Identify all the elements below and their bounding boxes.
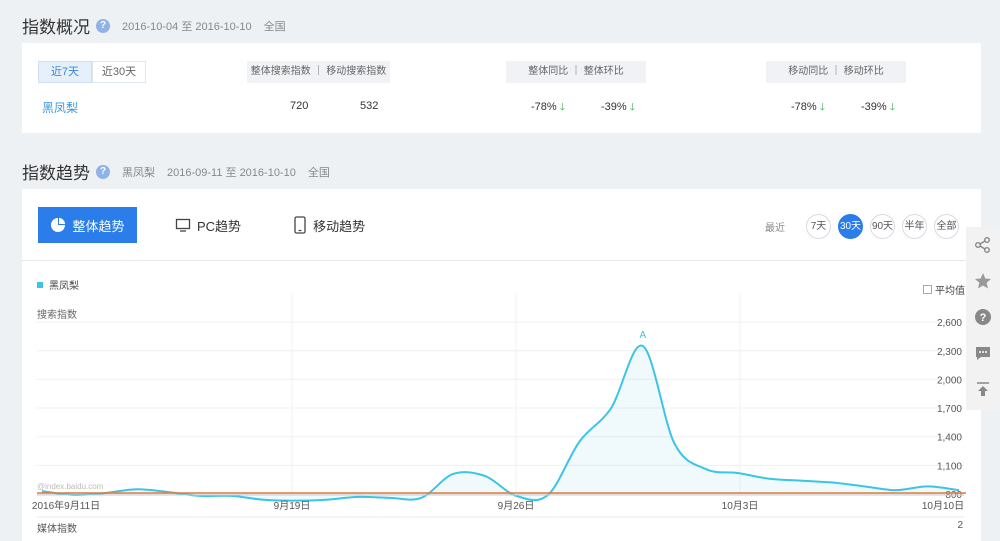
trend-date-range: 2016-09-11 至 2016-10-10 xyxy=(167,166,296,179)
x-ticks: 2016年9月11日 9月19日 9月26日 10月3日 10月10日 xyxy=(32,499,964,512)
overall-yoy: -78% 🡓 xyxy=(531,100,565,117)
search-mobile-value: 532 xyxy=(360,100,379,112)
question-icon: ? xyxy=(975,309,991,325)
y-axis-label: 搜索指数 xyxy=(37,308,77,321)
trend-title: 指数趋势 xyxy=(22,164,90,183)
arrow-down-icon: 🡓 xyxy=(819,102,825,113)
star-icon xyxy=(975,273,991,289)
overall-mom: -39% 🡓 xyxy=(601,100,635,117)
overall-yoy-value: -78% xyxy=(531,101,557,113)
range-tabs: 近7天 近30天 xyxy=(38,61,146,83)
y-tick-label: 2,000 xyxy=(937,375,962,386)
trend-card: 整体趋势 PC趋势 移动趋势 最近 7天 30天 90天 半年 全部 黑凤梨 平… xyxy=(22,189,981,541)
media-index-value: 2 xyxy=(957,520,963,531)
y-tick-label: 2,600 xyxy=(937,318,962,329)
mobile-mom: -39% 🡓 xyxy=(861,100,895,117)
watermark: @index.baidu.com xyxy=(37,482,104,491)
overall-change-header: 整体同比 ｜ 整体环比 xyxy=(506,61,646,83)
arrow-down-icon: 🡓 xyxy=(889,102,895,113)
tab-30-days[interactable]: 近30天 xyxy=(92,61,146,83)
overview-card: 近7天 近30天 黑凤梨 整体搜索指数 ｜ 移动搜索指数 整体同比 ｜ 整体环比… xyxy=(22,43,981,133)
trend-region: 全国 xyxy=(307,166,330,179)
share-button[interactable] xyxy=(966,227,1000,263)
chart-grid xyxy=(37,293,964,495)
x-tick-label: 9月19日 xyxy=(274,500,311,512)
peak-annotation[interactable]: A xyxy=(639,330,646,341)
y-tick-label: 2,300 xyxy=(937,347,962,358)
media-index-label: 媒体指数 xyxy=(37,524,77,535)
overview-header: 指数概况 ? 2016-10-04 至 2016-10-10 全国 xyxy=(22,13,286,38)
svg-text:?: ? xyxy=(980,312,987,324)
favorite-button[interactable] xyxy=(966,263,1000,299)
series-line xyxy=(41,344,960,502)
keyword-link[interactable]: 黑凤梨 xyxy=(42,99,78,116)
search-total-value: 720 xyxy=(290,100,309,112)
x-tick-label: 2016年9月11日 xyxy=(32,499,100,512)
x-tick-label: 9月26日 xyxy=(498,500,535,512)
side-toolbar: ? xyxy=(966,227,1000,410)
search-index-header: 整体搜索指数 ｜ 移动搜索指数 xyxy=(247,61,390,83)
help-icon[interactable]: ? xyxy=(96,164,110,179)
arrow-down-icon: 🡓 xyxy=(559,102,565,113)
y-tick-label: 1,100 xyxy=(937,461,962,472)
help-icon[interactable]: ? xyxy=(96,18,110,33)
trend-keyword: 黑凤梨 xyxy=(122,166,155,179)
feedback-button[interactable] xyxy=(966,335,1000,371)
arrow-down-icon: 🡓 xyxy=(629,102,635,113)
trend-chart[interactable]: 搜索指数 2,6002,3002,0001,7001,4001,100800 A… xyxy=(22,189,981,541)
y-tick-label: 1,700 xyxy=(937,404,962,415)
mobile-yoy-value: -78% xyxy=(791,101,817,113)
mobile-yoy: -78% 🡓 xyxy=(791,100,825,117)
y-ticks: 2,6002,3002,0001,7001,4001,100800 xyxy=(937,318,962,501)
x-tick-label: 10月10日 xyxy=(922,500,964,512)
comment-icon xyxy=(976,347,990,360)
mobile-mom-value: -39% xyxy=(861,101,887,113)
arrow-up-icon xyxy=(977,382,989,396)
overview-date-range: 2016-10-04 至 2016-10-10 xyxy=(122,20,252,33)
overview-title: 指数概况 xyxy=(22,18,90,37)
share-icon xyxy=(975,237,990,253)
mobile-change-header: 移动同比 ｜ 移动环比 xyxy=(766,61,906,83)
trend-header: 指数趋势 ? 黑凤梨 2016-09-11 至 2016-10-10 全国 xyxy=(22,159,330,184)
help-button[interactable]: ? xyxy=(966,299,1000,335)
y-tick-label: 1,400 xyxy=(937,433,962,444)
overall-mom-value: -39% xyxy=(601,101,627,113)
back-to-top-button[interactable] xyxy=(966,371,1000,407)
series-area xyxy=(42,345,959,501)
x-tick-label: 10月3日 xyxy=(722,500,759,512)
overview-region: 全国 xyxy=(263,20,286,33)
tab-7-days[interactable]: 近7天 xyxy=(38,61,92,83)
